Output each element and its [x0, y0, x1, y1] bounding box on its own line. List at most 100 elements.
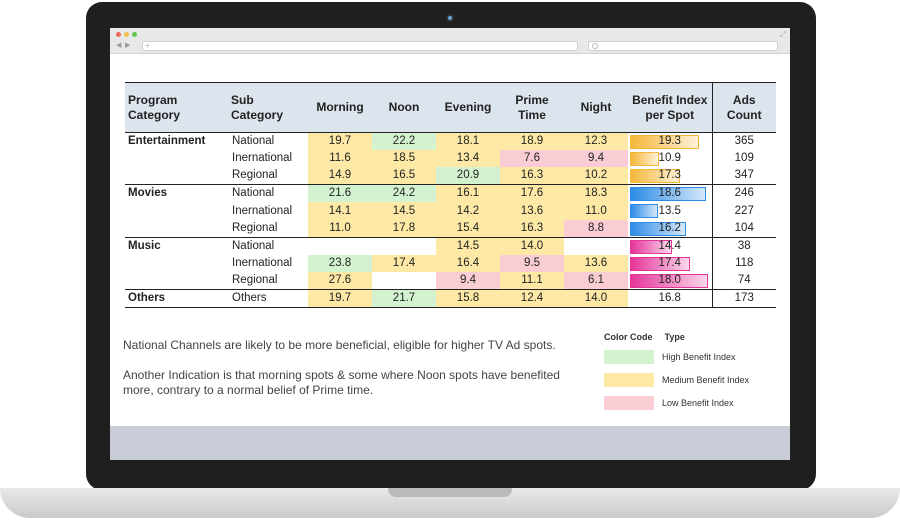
- benefit-index-cell: 13.5: [628, 202, 712, 219]
- program-category-cell: Others: [125, 289, 228, 309]
- prime-cell: 18.9: [500, 132, 564, 150]
- benefit-index-value: 16.2: [658, 221, 681, 234]
- table-row: Inernational 23.8 17.4 16.4 9.5 13.6 17.4 118: [125, 254, 776, 273]
- evening-cell: 15.4: [436, 219, 500, 238]
- evening-cell: 16.1: [436, 184, 500, 203]
- header-benefit-line1: Benefit Index: [632, 92, 708, 107]
- morning-cell: 21.6: [308, 184, 372, 203]
- legend-label: Medium Benefit Index: [662, 375, 750, 385]
- ads-count-cell: 118: [711, 254, 776, 273]
- minimize-window-icon[interactable]: [124, 32, 129, 37]
- noon-cell: [372, 237, 436, 255]
- benefit-index-cell: 18.0: [628, 272, 712, 291]
- ads-count-cell: 246: [711, 184, 776, 203]
- legend-color-code-label: Color Code: [604, 332, 653, 342]
- noon-cell: 21.7: [372, 289, 436, 309]
- sub-category-cell: Regional: [228, 167, 308, 186]
- legend-swatch: [604, 396, 654, 410]
- prime-cell: 16.3: [500, 219, 564, 238]
- note-text-1: National Channels are likely to be more …: [123, 338, 556, 352]
- benefit-index-cell: 18.6: [628, 185, 712, 203]
- legend-swatch: [604, 373, 654, 387]
- note-text-2: Another Indication is that morning spots…: [123, 368, 560, 397]
- program-category-cell: [125, 255, 228, 272]
- benefit-index-value: 17.4: [658, 256, 681, 269]
- ads-count-cell: 38: [711, 237, 776, 255]
- noon-cell: 16.5: [372, 167, 436, 186]
- morning-cell: 23.8: [308, 254, 372, 273]
- screen-footer-band: [110, 426, 790, 460]
- legend-type-label: Type: [664, 332, 685, 342]
- laptop-base: [0, 488, 900, 518]
- back-arrow-icon[interactable]: ◀: [116, 41, 121, 50]
- sub-category-cell: National: [232, 135, 275, 147]
- header-morning: Morning: [308, 82, 372, 133]
- benefit-index-table: Program Category Sub Category Morning No…: [125, 82, 776, 309]
- evening-cell: 18.1: [436, 132, 500, 150]
- benefit-index-value: 16.8: [658, 292, 681, 305]
- table-row: Regional 27.6 9.4 11.1 6.1 18.0 74: [125, 272, 776, 291]
- program-category-cell: [125, 150, 228, 167]
- night-cell: 8.8: [564, 219, 628, 238]
- night-cell: 13.6: [564, 254, 628, 273]
- benefit-index-value: 10.9: [658, 152, 681, 165]
- new-tab-icon[interactable]: +: [145, 41, 150, 50]
- header-benefit-index: Benefit Index per Spot: [628, 82, 712, 133]
- ads-count-cell: 227: [711, 202, 776, 220]
- noon-cell: 18.5: [372, 150, 436, 168]
- program-category-cell: Movies: [128, 187, 167, 200]
- benefit-index-cell: 14.4: [628, 237, 712, 255]
- address-bar[interactable]: +: [142, 41, 578, 51]
- benefit-data-bar: [630, 152, 659, 166]
- noon-cell: 22.2: [372, 132, 436, 150]
- table-row: Others Others 19.7 21.7 15.8 12.4 14.0 16.8 173: [125, 289, 776, 309]
- header-evening: Evening: [436, 82, 500, 133]
- header-prime-time-line1: Prime: [515, 92, 549, 107]
- browser-chrome: ◀ ▶ + ⤢: [110, 28, 790, 54]
- close-window-icon[interactable]: [116, 32, 121, 37]
- sub-category-cell: Regional: [228, 219, 308, 238]
- search-icon: [592, 43, 598, 49]
- ads-count-cell: 365: [711, 132, 776, 150]
- benefit-data-bar: [630, 204, 658, 219]
- table-row: Regional 11.0 17.8 15.4 16.3 8.8 16.2 104: [125, 219, 776, 238]
- prime-cell: 13.6: [500, 202, 564, 220]
- notes-section: National Channels are likely to be more …: [123, 338, 563, 413]
- program-category-cell: [125, 202, 228, 219]
- program-category-cell: Music: [128, 239, 161, 252]
- benefit-index-cell: 17.4: [628, 255, 712, 272]
- prime-cell: 14.0: [500, 237, 564, 255]
- prime-cell: 16.3: [500, 167, 564, 186]
- forward-arrow-icon[interactable]: ▶: [125, 41, 130, 50]
- sub-category-cell: National: [232, 239, 275, 252]
- table-row: Entertainment National 19.7 22.2 18.1 18.9 12.…: [125, 132, 776, 151]
- noon-cell: 17.8: [372, 219, 436, 238]
- ads-count-cell: 173: [711, 289, 776, 309]
- browser-search-field[interactable]: [588, 41, 778, 51]
- ads-count-cell: 109: [711, 150, 776, 168]
- header-program-category: Program Category: [125, 82, 228, 133]
- sub-category-cell: Inernational: [232, 256, 293, 269]
- legend-label: Low Benefit Index: [662, 398, 734, 408]
- sub-category-cell: Others: [228, 289, 308, 309]
- header-prime-time: Prime Time: [500, 82, 564, 133]
- color-legend: Color Code Type High Benefit Index Medium…: [604, 332, 784, 419]
- benefit-index-cell: 16.2: [628, 219, 712, 238]
- night-cell: 11.0: [564, 202, 628, 220]
- header-benefit-line2: per Spot: [645, 107, 695, 122]
- sub-category-cell: Inernational: [232, 152, 293, 165]
- benefit-index-cell: 19.3: [628, 133, 712, 151]
- program-category-cell: [125, 272, 228, 291]
- evening-cell: 13.4: [436, 150, 500, 168]
- program-category-cell: Entertainment: [128, 135, 206, 147]
- sub-category-cell: Regional: [228, 272, 308, 291]
- prime-cell: 7.6: [500, 150, 564, 168]
- fullscreen-icon[interactable]: ⤢: [780, 30, 786, 40]
- night-cell: 9.4: [564, 150, 628, 168]
- benefit-index-cell: 10.9: [628, 150, 712, 167]
- laptop-screen: ◀ ▶ + ⤢ Program Category Sub Category Mo…: [110, 28, 790, 460]
- maximize-window-icon[interactable]: [132, 32, 137, 37]
- benefit-index-value: 18.0: [658, 274, 681, 287]
- program-category-cell: [125, 167, 228, 186]
- legend-item: Low Benefit Index: [604, 396, 784, 419]
